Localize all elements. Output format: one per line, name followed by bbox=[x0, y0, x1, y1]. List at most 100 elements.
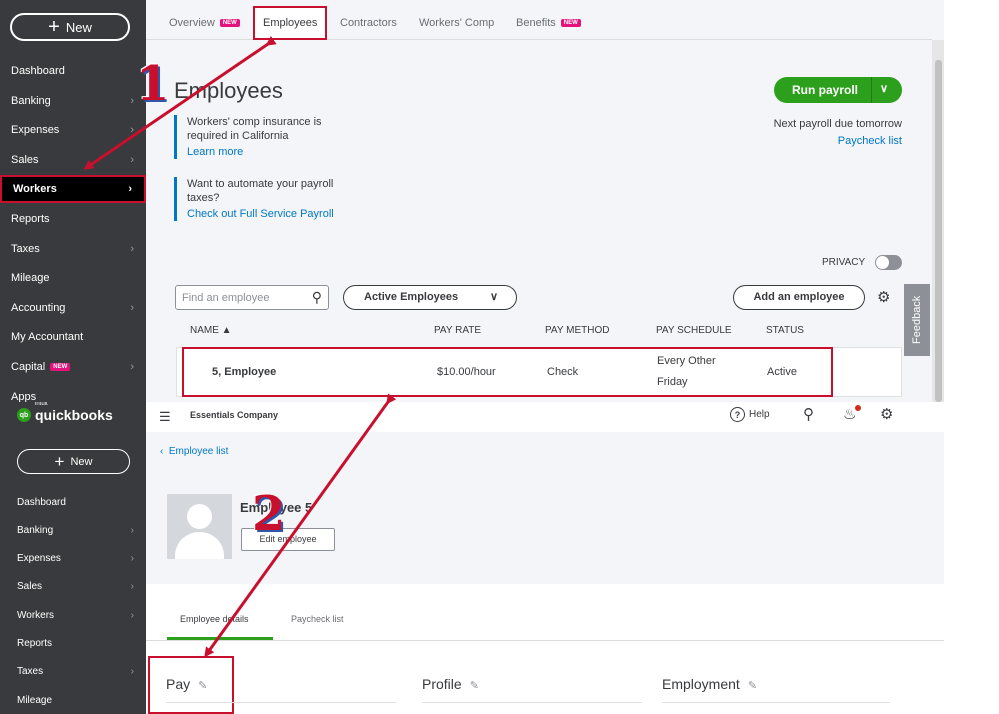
sidebar-item-banking[interactable]: Banking › bbox=[0, 87, 146, 115]
full-service-notice: Want to automate your payroll taxes? Che… bbox=[174, 177, 364, 221]
sidebar-item-taxes[interactable]: Taxes › bbox=[0, 235, 146, 263]
gear-icon[interactable]: ⚙ bbox=[880, 405, 893, 423]
sidebar-item-mileage[interactable]: Mileage bbox=[0, 687, 146, 713]
employment-section[interactable]: Employment ✎ bbox=[662, 676, 757, 692]
workers-comp-notice: Workers' comp insurance is required in C… bbox=[174, 115, 364, 159]
sidebar-item-expenses[interactable]: Expenses › bbox=[0, 546, 146, 572]
sidebar-item-reports[interactable]: Reports bbox=[0, 205, 146, 233]
employee-filter-dropdown[interactable]: Active Employees ∨ bbox=[343, 285, 517, 310]
row-highlight bbox=[182, 347, 833, 397]
run-payroll-button[interactable]: Run payroll ∨ bbox=[774, 77, 902, 103]
sidebar-item-taxes[interactable]: Taxes › bbox=[0, 659, 146, 685]
employment-section-title: Employment bbox=[662, 676, 740, 692]
sidebar-item-label: Expenses bbox=[11, 124, 60, 137]
new-button[interactable]: + New bbox=[17, 449, 130, 474]
sidebar-item-label: Dashboard bbox=[17, 496, 66, 508]
tab-employee-details[interactable]: Employee details bbox=[180, 614, 249, 624]
sidebar-item-label: Taxes bbox=[17, 666, 44, 678]
pay-section[interactable]: Pay ✎ bbox=[166, 676, 207, 692]
tab-overview-label: Overview bbox=[169, 17, 215, 29]
paycheck-list-link[interactable]: Paycheck list bbox=[838, 135, 902, 147]
pay-section-title: Pay bbox=[166, 676, 191, 692]
pencil-icon[interactable]: ✎ bbox=[198, 680, 207, 692]
full-service-link[interactable]: Check out Full Service Payroll bbox=[187, 207, 364, 221]
tab-benefits-label: Benefits bbox=[516, 17, 556, 29]
sidebar-item-label: Banking bbox=[11, 94, 51, 107]
sidebar-item-label: Mileage bbox=[17, 694, 53, 706]
gear-icon[interactable]: ⚙ bbox=[877, 288, 890, 306]
tab-benefits[interactable]: Benefits NEW bbox=[516, 17, 581, 29]
chevron-right-icon: › bbox=[130, 124, 134, 137]
tab-workers-comp[interactable]: Workers' Comp bbox=[419, 17, 494, 29]
employee-list-label: Employee list bbox=[168, 446, 229, 457]
hamburger-menu-icon[interactable]: ☰ bbox=[159, 409, 171, 425]
help-icon: ? bbox=[730, 407, 745, 422]
chevron-down-icon[interactable]: ∨ bbox=[880, 82, 888, 95]
help-button[interactable]: ? Help bbox=[730, 407, 770, 422]
split-divider bbox=[871, 77, 872, 103]
search-icon[interactable]: ⚲ bbox=[312, 289, 322, 306]
add-employee-button[interactable]: Add an employee bbox=[733, 285, 865, 310]
chevron-right-icon: › bbox=[128, 183, 132, 196]
sidebar-item-dashboard[interactable]: Dashboard bbox=[0, 489, 146, 515]
chevron-right-icon: › bbox=[130, 581, 134, 593]
sidebar-item-my-accountant[interactable]: My Accountant bbox=[0, 323, 146, 351]
sidebar-item-label: Reports bbox=[17, 638, 53, 649]
sidebar-item-capital[interactable]: Capital NEW › bbox=[0, 353, 146, 381]
sidebar-item-label: Banking bbox=[17, 524, 54, 536]
sidebar-item-mileage[interactable]: Mileage bbox=[0, 264, 146, 292]
section-divider bbox=[166, 702, 396, 703]
sidebar-item-apps[interactable]: Apps bbox=[0, 383, 146, 402]
sidebar-item-label: Apps bbox=[11, 390, 37, 402]
step-number-2: 2 bbox=[252, 486, 286, 542]
sidebar-item-label: Capital bbox=[11, 361, 46, 373]
employee-list-link[interactable]: ‹ Employee list bbox=[160, 446, 228, 457]
avatar-body bbox=[175, 532, 224, 559]
column-header-name[interactable]: NAME ▲ bbox=[190, 325, 232, 336]
sidebar-item-reports[interactable]: Reports bbox=[0, 631, 146, 657]
avatar-head bbox=[187, 504, 212, 529]
top-sidebar: + New Dashboard Banking › Expenses › Sales › Wo… bbox=[0, 0, 146, 402]
sidebar-item-label: Mileage bbox=[11, 272, 50, 285]
pencil-icon[interactable]: ✎ bbox=[748, 680, 757, 692]
find-employee-input[interactable]: Find an employee ⚲ bbox=[175, 285, 329, 310]
sidebar-item-dashboard[interactable]: Dashboard bbox=[0, 57, 146, 85]
privacy-toggle[interactable] bbox=[875, 255, 902, 270]
help-label: Help bbox=[749, 409, 770, 420]
tab-overview[interactable]: Overview NEW bbox=[169, 17, 240, 29]
sidebar-item-sales[interactable]: Sales › bbox=[0, 574, 146, 600]
sidebar-item-accounting[interactable]: Accounting › bbox=[0, 294, 146, 322]
profile-section[interactable]: Profile ✎ bbox=[422, 676, 479, 692]
section-divider bbox=[422, 702, 642, 703]
sidebar-item-workers[interactable]: Workers › bbox=[0, 175, 146, 204]
chevron-right-icon: › bbox=[130, 666, 134, 678]
qb-logo-icon: qb bbox=[17, 408, 31, 422]
pencil-icon[interactable]: ✎ bbox=[470, 680, 479, 692]
sidebar-item-label: Taxes bbox=[11, 242, 40, 255]
sidebar-item-banking[interactable]: Banking › bbox=[0, 517, 146, 543]
notice-text: Workers' comp insurance is required in C… bbox=[187, 116, 322, 142]
sidebar-item-label: My Accountant bbox=[11, 331, 84, 344]
next-payroll-text: Next payroll due tomorrow bbox=[773, 118, 902, 130]
scrollbar-thumb[interactable] bbox=[935, 60, 942, 402]
company-name: Essentials Company bbox=[190, 410, 279, 420]
tab-employees[interactable]: Employees bbox=[263, 17, 317, 29]
app-header: ☰ Essentials Company ? Help ⚲ ♨ ⚙ bbox=[146, 402, 910, 430]
sidebar-item-sales[interactable]: Sales › bbox=[0, 146, 146, 174]
bottom-sidebar: qb intuit quickbooks + New Dashboard Bank… bbox=[0, 402, 146, 714]
search-placeholder: Find an employee bbox=[182, 292, 270, 304]
feedback-tab[interactable]: Feedback bbox=[904, 284, 930, 356]
search-icon[interactable]: ⚲ bbox=[803, 405, 814, 423]
chevron-right-icon: › bbox=[130, 242, 134, 255]
privacy-label: PRIVACY bbox=[822, 257, 866, 268]
learn-more-link[interactable]: Learn more bbox=[187, 145, 364, 159]
tab-paycheck-list[interactable]: Paycheck list bbox=[291, 614, 344, 624]
sidebar-item-expenses[interactable]: Expenses › bbox=[0, 116, 146, 144]
employee-details-page: ☰ Essentials Company ? Help ⚲ ♨ ⚙ ‹ Empl… bbox=[146, 402, 944, 714]
section-divider bbox=[662, 702, 890, 703]
filter-value: Active Employees bbox=[364, 291, 459, 303]
sidebar-item-workers[interactable]: Workers › bbox=[0, 602, 146, 628]
step-number-1: 1 bbox=[136, 56, 170, 112]
new-button[interactable]: + New bbox=[10, 13, 130, 41]
tab-contractors[interactable]: Contractors bbox=[340, 17, 397, 29]
